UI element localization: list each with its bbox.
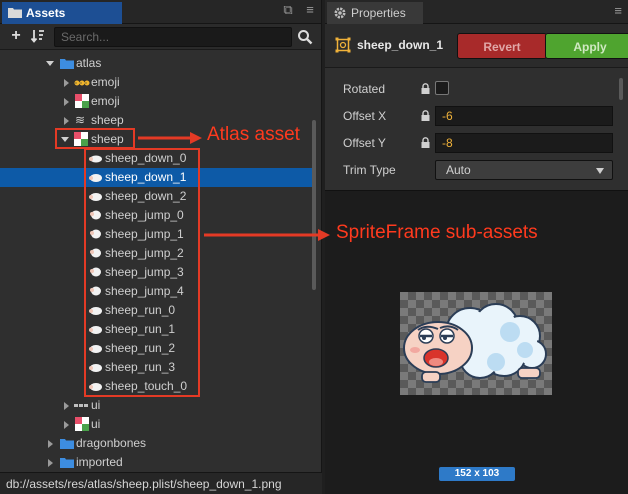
- sprite-frames-highlight-box: [84, 148, 200, 397]
- atlas-asset-annotation: Atlas asset: [207, 124, 300, 145]
- folder-icon: [60, 458, 74, 468]
- prop-rotated: Rotated: [325, 77, 628, 101]
- animation-clip-icon: ≋: [75, 113, 86, 127]
- bitmap-font-icon: [74, 404, 88, 407]
- tree-label: dragonbones: [76, 436, 147, 450]
- plus-icon[interactable]: +: [8, 28, 24, 44]
- offset-y-label: Offset Y: [343, 136, 386, 150]
- offset-x-label: Offset X: [343, 109, 387, 123]
- folder-icon: [60, 439, 74, 449]
- hamburger-menu-icon[interactable]: ≡: [303, 3, 317, 17]
- tree-row-imported[interactable]: imported: [0, 453, 316, 472]
- rotated-checkbox[interactable]: [435, 81, 449, 95]
- tab-assets[interactable]: Assets: [2, 2, 122, 24]
- apply-button[interactable]: Apply: [545, 33, 628, 59]
- chevron-right-icon[interactable]: [48, 440, 53, 448]
- properties-header: sheep_down_1 Revert Apply: [325, 24, 628, 68]
- tree-row-ui-texture[interactable]: ui: [0, 415, 316, 434]
- tree-row-dragonbones[interactable]: dragonbones: [0, 434, 316, 453]
- texture-icon: [75, 417, 89, 431]
- asset-name: sheep_down_1: [357, 38, 444, 52]
- assets-tab-tools: ⧉ ≡: [281, 3, 317, 21]
- tree-label: emoji: [91, 94, 120, 108]
- sprite-frames-annotation: SpriteFrame sub-assets: [336, 222, 538, 243]
- atlas-highlight-box: [55, 128, 135, 149]
- chevron-right-icon[interactable]: [64, 421, 69, 429]
- chevron-right-icon[interactable]: [64, 402, 69, 410]
- offset-y-field[interactable]: [435, 133, 613, 153]
- assets-scrollbar[interactable]: [312, 120, 316, 290]
- lock-icon[interactable]: [421, 83, 430, 94]
- search-input[interactable]: [54, 27, 292, 47]
- chevron-right-icon[interactable]: [64, 98, 69, 106]
- prop-offset-x: Offset X: [325, 104, 628, 128]
- chevron-down-icon: [596, 168, 604, 174]
- properties-tab-bar: Properties ≡: [325, 0, 628, 24]
- assets-toolbar: +: [0, 24, 321, 50]
- rotated-label: Rotated: [343, 82, 386, 96]
- chevron-down-icon[interactable]: [46, 61, 54, 66]
- tab-assets-label: Assets: [26, 6, 66, 20]
- folder-icon: [8, 8, 22, 18]
- tree-row-emoji-font[interactable]: emoji: [0, 73, 316, 92]
- hamburger-menu-icon[interactable]: ≡: [614, 3, 622, 18]
- window-popout-icon[interactable]: ⧉: [281, 3, 295, 17]
- search-icon[interactable]: [297, 29, 313, 45]
- lock-icon[interactable]: [421, 137, 430, 148]
- asset-path-status: db://assets/res/atlas/sheep.plist/sheep_…: [0, 472, 322, 494]
- lock-icon[interactable]: [421, 110, 430, 121]
- tree-label: emoji: [91, 75, 120, 89]
- trim-type-label: Trim Type: [343, 163, 396, 177]
- offset-x-field[interactable]: [435, 106, 613, 126]
- tree-label: atlas: [76, 56, 102, 70]
- tree-row-ui-font[interactable]: ui: [0, 396, 316, 415]
- tab-properties-label: Properties: [351, 6, 406, 20]
- preview-size-badge: 152 x 103: [439, 467, 515, 481]
- folder-icon: [60, 59, 74, 69]
- bitmap-font-icon: [74, 80, 90, 86]
- trim-type-select[interactable]: Auto: [435, 160, 613, 180]
- tree-label: ui: [91, 398, 101, 412]
- prop-trim-type: Trim Type Auto: [325, 158, 628, 182]
- tree-label: ui: [91, 417, 101, 431]
- tree-row-emoji-texture[interactable]: emoji: [0, 92, 316, 111]
- trim-type-value: Auto: [446, 163, 471, 177]
- properties-panel: Properties ≡ sheep_down_1 Revert Apply R…: [325, 0, 628, 494]
- tree-row-atlas[interactable]: atlas: [0, 54, 316, 73]
- assets-tab-bar: Assets ⧉ ≡: [0, 0, 321, 24]
- chevron-right-icon[interactable]: [64, 117, 69, 125]
- sprite-frame-asset-icon: [335, 37, 351, 53]
- revert-button[interactable]: Revert: [457, 33, 547, 59]
- sheep-sprite-image: [400, 292, 552, 395]
- chevron-right-icon[interactable]: [64, 79, 69, 87]
- prop-offset-y: Offset Y: [325, 131, 628, 155]
- tree-label: imported: [76, 455, 123, 469]
- tab-properties[interactable]: Properties: [327, 2, 423, 24]
- sort-icon[interactable]: [30, 28, 46, 44]
- editor-window: Assets ⧉ ≡ + atlas: [0, 0, 628, 494]
- texture-icon: [75, 94, 89, 108]
- gear-icon: [334, 7, 346, 19]
- chevron-right-icon[interactable]: [48, 459, 53, 467]
